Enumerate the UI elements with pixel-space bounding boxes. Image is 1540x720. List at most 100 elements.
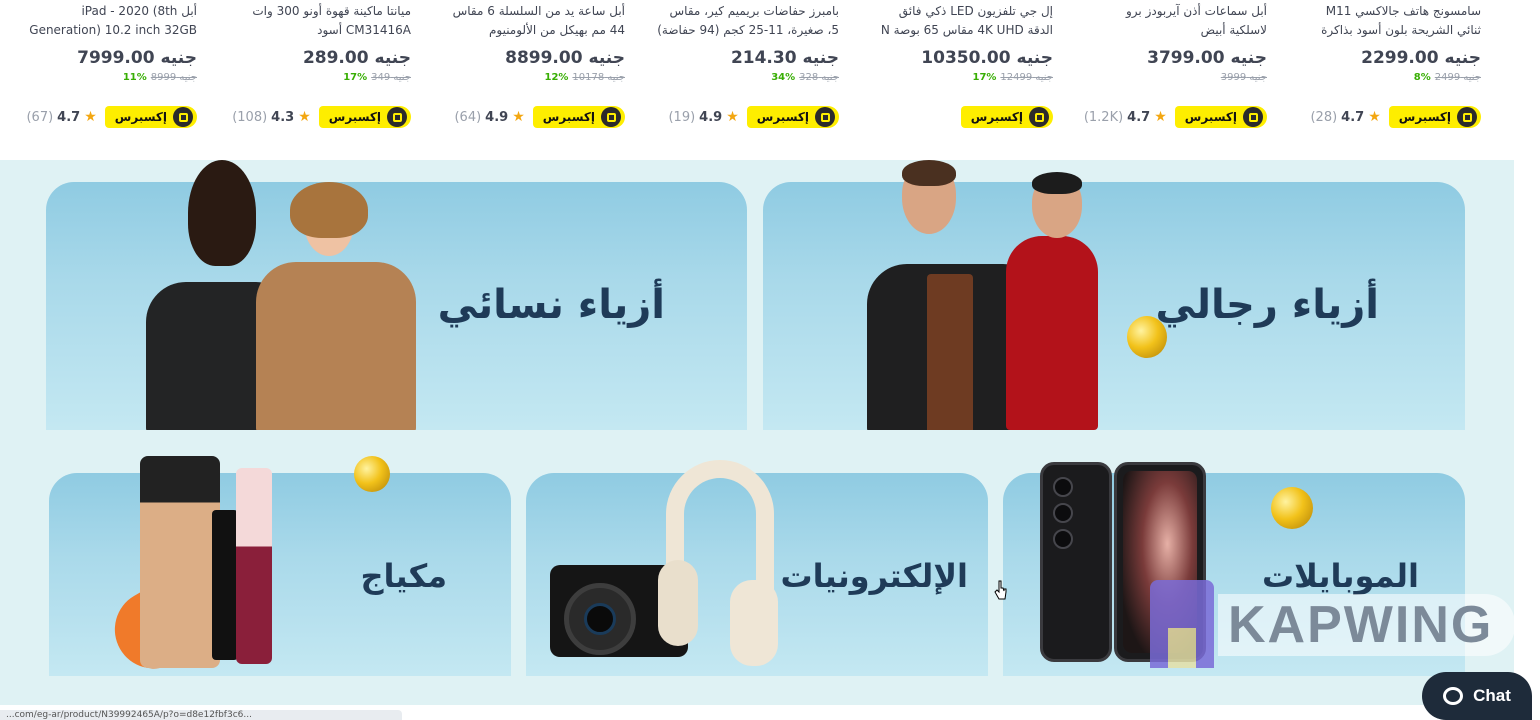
price: 7999.00 bbox=[77, 48, 155, 68]
review-count: (67) bbox=[26, 109, 54, 125]
currency: جنيه bbox=[1016, 48, 1053, 68]
product-card[interactable]: أبل سماعات أذن آيربودز برو لاسلكية أبيض … bbox=[1084, 0, 1267, 140]
rating-value: 4.9 bbox=[485, 109, 509, 125]
coin-icon bbox=[1127, 316, 1167, 358]
discount-badge: 17% bbox=[343, 71, 368, 83]
box-icon bbox=[1457, 107, 1477, 127]
product-card[interactable]: بامبرز حفاضات بريميم كير، مقاس 5، صغيرة،… bbox=[657, 0, 839, 140]
product-title[interactable]: أبل سماعات أذن آيربودز برو لاسلكية أبيض bbox=[1085, 2, 1267, 42]
price: 214.30 bbox=[730, 48, 797, 68]
price-row: جنيه 214.30 bbox=[731, 48, 839, 72]
rating: (64) 4.9 ★ bbox=[454, 109, 524, 125]
product-meta: إكسبرس (108) 4.3 ★ bbox=[229, 104, 411, 130]
star-icon: ★ bbox=[1154, 109, 1167, 125]
rating: (19) 4.9 ★ bbox=[668, 109, 738, 125]
product-meta: إكسبرس bbox=[871, 104, 1053, 130]
status-url: ...com/eg-ar/product/N39992465A/p?o=d8e1… bbox=[0, 710, 402, 720]
mouse-cursor-icon bbox=[994, 580, 1008, 606]
price-row: جنيه 10350.00 bbox=[921, 48, 1053, 72]
product-meta: إكسبرس (64) 4.9 ★ bbox=[443, 104, 625, 130]
review-count: (64) bbox=[454, 109, 482, 125]
product-title[interactable]: سامسونج هاتف جالاكسي M11 ثنائي الشريحة ب… bbox=[1299, 2, 1481, 42]
old-price-row: جنيه 2499 8% bbox=[1414, 70, 1481, 84]
price-row: جنيه 2299.00 bbox=[1361, 48, 1481, 72]
banner-makeup[interactable]: مكياج bbox=[49, 473, 511, 676]
product-title[interactable]: أبل iPad - 2020 (8th Generation) 10.2 in… bbox=[15, 2, 197, 42]
review-count: (19) bbox=[668, 109, 696, 125]
old-price: جنيه 2499 bbox=[1434, 71, 1481, 83]
price: 2299.00 bbox=[1361, 48, 1439, 68]
product-card[interactable]: ميانتا ماكينة قهوة أونو 300 وات CM31416A… bbox=[229, 0, 411, 140]
star-icon: ★ bbox=[512, 109, 525, 125]
kapwing-logo-icon bbox=[1150, 580, 1214, 668]
product-meta: إكسبرس (67) 4.7 ★ bbox=[15, 104, 197, 130]
discount-badge: 11% bbox=[122, 71, 147, 83]
express-badge: إكسبرس bbox=[1174, 106, 1267, 128]
banner-womens-fashion[interactable]: أزياء نسائي bbox=[46, 182, 747, 430]
old-price-row: جنيه 12499 17% bbox=[972, 70, 1053, 84]
product-meta: إكسبرس (1.2K) 4.7 ★ bbox=[1084, 104, 1267, 130]
price: 289.00 bbox=[302, 48, 369, 68]
review-count: (108) bbox=[232, 109, 268, 125]
woman-coat bbox=[256, 262, 416, 430]
currency: جنيه bbox=[160, 48, 197, 68]
price-row: جنيه 3799.00 bbox=[1147, 48, 1267, 72]
box-icon bbox=[601, 107, 621, 127]
discount-badge: 17% bbox=[972, 71, 997, 83]
box-icon bbox=[387, 107, 407, 127]
star-icon: ★ bbox=[298, 109, 311, 125]
phone-back bbox=[1040, 462, 1112, 662]
product-card[interactable]: أبل ساعة يد من السلسلة 6 مقاس 44 مم بهيك… bbox=[443, 0, 625, 140]
box-icon bbox=[815, 107, 835, 127]
product-meta: إكسبرس (19) 4.9 ★ bbox=[657, 104, 839, 130]
product-title[interactable]: أبل ساعة يد من السلسلة 6 مقاس 44 مم بهيك… bbox=[443, 2, 625, 42]
star-icon: ★ bbox=[726, 109, 739, 125]
discount-badge: 8% bbox=[1413, 71, 1431, 83]
banner-mens-fashion[interactable]: أزياء رجالي bbox=[763, 182, 1465, 430]
kapwing-watermark: KAPWING bbox=[1150, 580, 1516, 670]
star-icon: ★ bbox=[1368, 109, 1381, 125]
price-row: جنيه 8899.00 bbox=[505, 48, 625, 72]
currency: جنيه bbox=[588, 48, 625, 68]
product-title[interactable]: إل جي تلفزيون LED ذكي فائق الدقة 4K UHD … bbox=[871, 2, 1053, 42]
box-icon bbox=[1243, 107, 1263, 127]
price: 8899.00 bbox=[505, 48, 583, 68]
banner-title: أزياء رجالي bbox=[1155, 282, 1379, 328]
express-badge: إكسبرس bbox=[104, 106, 197, 128]
rating-value: 4.7 bbox=[1127, 109, 1151, 125]
old-price: جنيه 3999 bbox=[1220, 71, 1267, 83]
review-count: (1.2K) bbox=[1083, 109, 1124, 125]
old-price: جنيه 12499 bbox=[1000, 71, 1053, 83]
old-price-row: جنيه 3999 bbox=[1221, 70, 1267, 84]
review-count: (28) bbox=[1310, 109, 1338, 125]
discount-badge: 12% bbox=[544, 71, 569, 83]
currency: جنيه bbox=[802, 48, 839, 68]
express-badge: إكسبرس bbox=[532, 106, 625, 128]
price: 3799.00 bbox=[1147, 48, 1225, 68]
foundation-bottle bbox=[140, 456, 220, 668]
rating: (1.2K) 4.7 ★ bbox=[1084, 109, 1167, 125]
chat-button[interactable]: Chat bbox=[1422, 672, 1532, 720]
rating: (28) 4.7 ★ bbox=[1310, 109, 1380, 125]
banner-title: أزياء نسائي bbox=[437, 282, 665, 328]
currency: جنيه bbox=[1230, 48, 1267, 68]
currency: جنيه bbox=[374, 48, 411, 68]
box-icon bbox=[173, 107, 193, 127]
old-price-row: جنيه 349 17% bbox=[343, 70, 411, 84]
product-title[interactable]: بامبرز حفاضات بريميم كير، مقاس 5، صغيرة،… bbox=[657, 2, 839, 42]
product-title[interactable]: ميانتا ماكينة قهوة أونو 300 وات CM31416A… bbox=[229, 2, 411, 42]
old-price: جنيه 10178 bbox=[572, 71, 625, 83]
product-carousel: سامسونج هاتف جالاكسي M11 ثنائي الشريحة ب… bbox=[0, 0, 1514, 160]
product-card[interactable]: إل جي تلفزيون LED ذكي فائق الدقة 4K UHD … bbox=[871, 0, 1053, 140]
old-price: جنيه 328 bbox=[799, 71, 839, 83]
price-row: جنيه 7999.00 bbox=[77, 48, 197, 72]
rating: (67) 4.7 ★ bbox=[26, 109, 96, 125]
old-price: جنيه 349 bbox=[371, 71, 411, 83]
currency: جنيه bbox=[1444, 48, 1481, 68]
product-card[interactable]: أبل iPad - 2020 (8th Generation) 10.2 in… bbox=[15, 0, 197, 140]
product-card[interactable]: سامسونج هاتف جالاكسي M11 ثنائي الشريحة ب… bbox=[1299, 0, 1481, 140]
old-price-row: جنيه 328 34% bbox=[771, 70, 839, 84]
price: 10350.00 bbox=[921, 48, 1011, 68]
rating-value: 4.3 bbox=[271, 109, 295, 125]
chat-label: Chat bbox=[1473, 686, 1511, 705]
